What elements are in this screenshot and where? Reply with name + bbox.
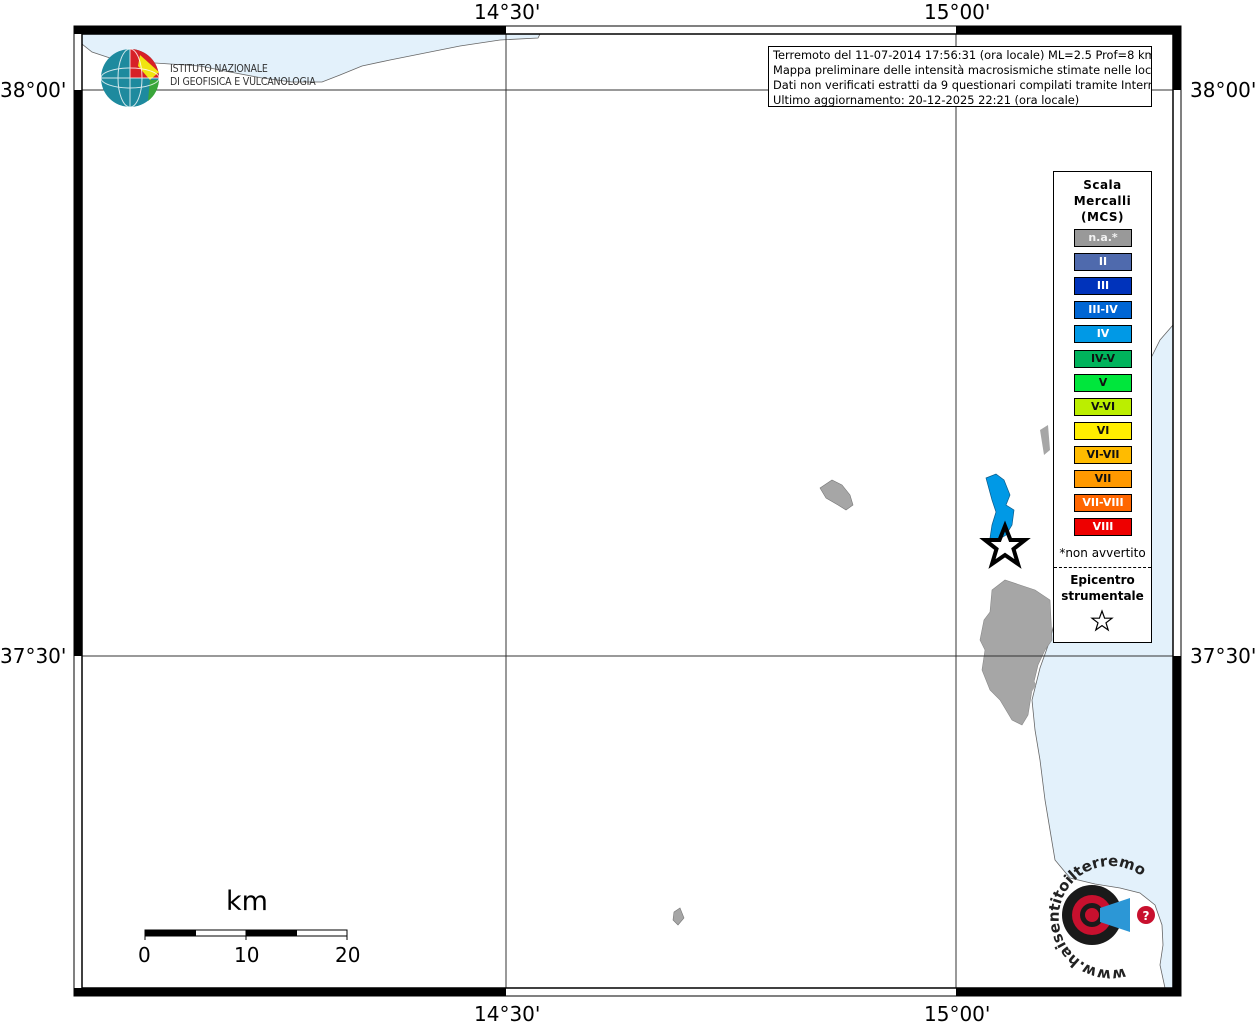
brand-text[interactable]: www.haisentitoilterremoto.it xyxy=(0,0,1149,984)
brand-text-layer: www.haisentitoilterremoto.it xyxy=(0,0,1149,984)
